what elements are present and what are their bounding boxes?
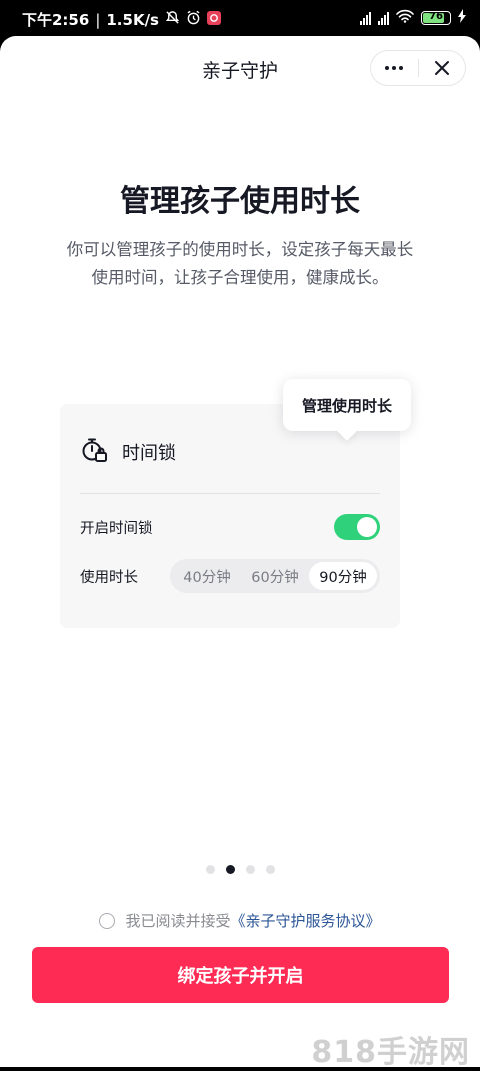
status-divider: | (95, 10, 101, 29)
alarm-icon (186, 10, 201, 29)
card-title: 时间锁 (122, 443, 176, 464)
page-dot[interactable] (245, 865, 255, 874)
status-bar: 下午2:56 | 1.5K/s 76 (0, 0, 480, 36)
signal-2-icon (378, 11, 389, 25)
close-button[interactable] (419, 51, 466, 85)
agreement-radio[interactable] (99, 912, 116, 929)
headline: 管理孩子使用时长 (120, 184, 360, 219)
more-button[interactable] (371, 51, 418, 85)
tooltip-bubble: 管理使用时长 (283, 379, 411, 431)
agreement-prefix: 我已阅读并接受 (125, 912, 231, 930)
battery-level: 76 (429, 11, 443, 22)
card-divider (80, 493, 380, 494)
time-lock-toggle[interactable] (334, 514, 380, 540)
wifi-icon (396, 9, 414, 27)
card-header: 时间锁 (80, 436, 176, 468)
page-dot[interactable] (265, 865, 275, 874)
description-line-1: 你可以管理孩子的使用时长，设定孩子每天最长 (66, 240, 414, 259)
mini-program-capsule (370, 50, 466, 86)
duration-segmented-control: 40分钟 60分钟 90分钟 (170, 559, 380, 593)
page-indicator (0, 865, 480, 874)
duration-option-40[interactable]: 40分钟 (173, 562, 241, 590)
watermark: 818手游网 (311, 1035, 470, 1070)
status-left: 下午2:56 | 1.5K/s (22, 9, 221, 30)
toggle-knob (357, 517, 377, 537)
page-dot[interactable] (205, 865, 215, 874)
status-right: 76 (360, 9, 466, 27)
page-dot-active[interactable] (225, 865, 235, 874)
agreement-row: 我已阅读并接受《亲子守护服务协议》 (0, 910, 480, 931)
duration-option-90[interactable]: 90分钟 (309, 562, 377, 590)
agreement-text: 我已阅读并接受《亲子守护服务协议》 (125, 910, 380, 931)
signal-icon (360, 11, 371, 25)
duration-row: 使用时长 40分钟 60分钟 90分钟 (80, 559, 380, 593)
app-sheet: 亲子守护 管理孩子使用时长 你可以管理孩子的使用时长，设定孩子每天最长 使用时间… (0, 36, 480, 1070)
toggle-row: 开启时间锁 (80, 512, 380, 542)
duration-label: 使用时长 (80, 569, 138, 586)
mute-icon (165, 10, 180, 29)
description: 你可以管理孩子的使用时长，设定孩子每天最长 使用时间，让孩子合理使用，健康成长。 (40, 236, 440, 292)
toggle-label: 开启时间锁 (80, 520, 153, 537)
stopwatch-lock-icon (80, 436, 108, 468)
bind-child-button[interactable]: 绑定孩子并开启 (32, 947, 449, 1003)
status-time: 下午2:56 (22, 11, 90, 29)
duration-option-60[interactable]: 60分钟 (241, 562, 309, 590)
agreement-link[interactable]: 《亲子守护服务协议》 (231, 912, 381, 930)
close-icon (434, 61, 449, 75)
app-notification-icon (206, 10, 221, 29)
description-line-2: 使用时间，让孩子合理使用，健康成长。 (91, 268, 389, 287)
battery-icon: 76 (421, 11, 451, 25)
network-speed: 1.5K/s (106, 10, 159, 29)
charging-icon (458, 9, 466, 27)
more-dots-icon (385, 66, 404, 70)
